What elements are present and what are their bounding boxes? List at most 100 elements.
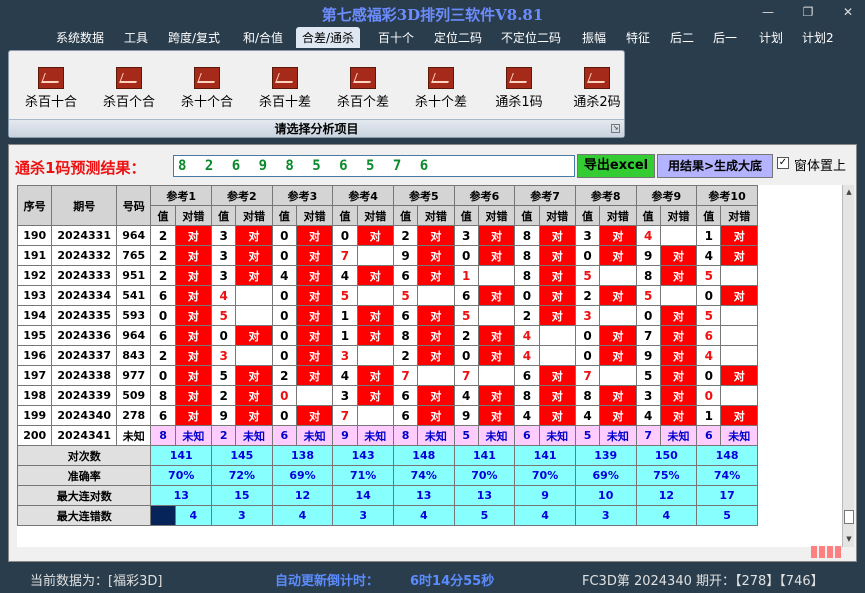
menu-item[interactable]: 系统数据 — [56, 29, 104, 46]
ribbon-button[interactable]: 杀十个差 — [403, 67, 479, 110]
chart-icon — [116, 67, 142, 89]
ref-match: 对 — [356, 265, 394, 286]
summary-row: 最大连错数 4 3 4 3 4 5 4 3 4 5 — [17, 505, 758, 526]
header-ref: 参考2 — [211, 185, 273, 206]
ribbon-button[interactable]: 杀百个合 — [91, 67, 167, 110]
summary-value: 4 — [174, 505, 213, 526]
ribbon-button[interactable]: 杀百十差 — [247, 67, 323, 110]
menu-item[interactable]: 跨度/复式 — [168, 29, 220, 46]
header-ref: 参考10 — [696, 185, 758, 206]
ribbon-button-label: 杀百个合 — [102, 95, 155, 110]
ref-value: 7 — [332, 405, 358, 426]
ribbon-button[interactable]: 通杀2码 — [559, 67, 635, 110]
ref-value: 0 — [271, 405, 297, 426]
scroll-down-icon[interactable]: ▼ — [844, 533, 854, 545]
summary-blank — [150, 505, 176, 526]
topmost-checkbox[interactable]: ✓ — [777, 157, 789, 169]
current-row: 200 2024341 未知 8 未知 2 未知 6 未知 9 未知 8 未知 5 未知 6 未知 5 未知 7 未知 6… — [17, 425, 758, 446]
generate-base-button[interactable]: 用结果>生成大底 — [657, 154, 773, 178]
summary-value: 70% — [453, 465, 516, 486]
maximize-icon[interactable]: ❐ — [798, 4, 818, 20]
scroll-up-icon[interactable]: ▲ — [844, 186, 854, 198]
menu-item[interactable]: 后一 — [713, 29, 737, 46]
menu-item[interactable]: 计划 — [759, 29, 783, 46]
ref-match — [720, 325, 758, 346]
summary-value: 141 — [150, 445, 213, 466]
ref-value: 0 — [514, 285, 540, 306]
summary-value: 13 — [392, 485, 455, 506]
ref-match — [538, 345, 576, 366]
row-code: 964 — [116, 225, 152, 246]
ribbon-button-label: 杀百个差 — [336, 95, 389, 110]
header-match: 对错 — [417, 205, 455, 226]
summary-value: 148 — [392, 445, 455, 466]
menu-item[interactable]: 振幅 — [582, 29, 606, 46]
ref-match: 对 — [356, 365, 394, 386]
menu-item[interactable]: 合差/通杀 — [296, 27, 361, 48]
ref-value: 6 — [392, 405, 419, 426]
ref-value: 3 — [453, 225, 479, 246]
row-seq: 191 — [17, 245, 53, 266]
ref-value: 4 — [514, 405, 540, 426]
menu-bar: 系统数据 工具 跨度/复式 和/合值 合差/通杀 百十个 定位二码 不定位二码 振幅 特征 后二 后一… — [0, 26, 865, 50]
menu-item[interactable]: 和/合值 — [243, 29, 283, 46]
ref-match: 对 — [356, 225, 394, 246]
ref-match: 对 — [417, 265, 455, 286]
ribbon-button[interactable]: 杀十个合 — [169, 67, 245, 110]
summary-label: 最大连错数 — [17, 505, 152, 526]
scroll-thumb[interactable] — [844, 510, 854, 524]
ref-value: 9 — [332, 425, 358, 446]
row-issue: 2024334 — [51, 285, 118, 306]
summary-label: 最大连对数 — [17, 485, 152, 506]
header-match: 对错 — [235, 205, 273, 226]
chart-icon — [350, 67, 376, 89]
header-match: 对错 — [538, 205, 576, 226]
summary-label: 准确率 — [17, 465, 152, 486]
menu-item[interactable]: 定位二码 — [434, 29, 482, 46]
menu-item[interactable]: 不定位二码 — [501, 29, 561, 46]
menu-item[interactable]: 后二 — [670, 29, 694, 46]
ref-value: 1 — [332, 325, 358, 346]
ref-match: 对 — [174, 325, 213, 346]
summary-row: 准确率 70% 72% 69% 71% 74% 70% 70% 69% 75% 74% — [17, 465, 758, 486]
ref-value: 4 — [635, 225, 661, 246]
menu-item[interactable]: 特征 — [626, 29, 650, 46]
row-seq: 194 — [17, 305, 53, 326]
dialog-launcher-icon[interactable]: ↘ — [611, 124, 620, 133]
ref-match: 对 — [295, 305, 334, 326]
header-ref: 参考3 — [271, 185, 334, 206]
ref-value: 0 — [271, 245, 297, 266]
ref-match: 对 — [599, 385, 637, 406]
ref-match: 对 — [417, 305, 455, 326]
ref-match — [235, 305, 273, 326]
header-code: 号码 — [116, 185, 152, 226]
ribbon-button[interactable]: 杀百十合 — [13, 67, 89, 110]
ref-match: 对 — [235, 405, 273, 426]
ref-value: 5 — [211, 365, 237, 386]
menu-item[interactable]: 百十个 — [378, 29, 414, 46]
chart-icon — [428, 67, 454, 89]
close-icon[interactable]: ✕ — [838, 4, 858, 20]
minimize-icon[interactable]: — — [758, 4, 778, 20]
ref-value: 4 — [635, 405, 661, 426]
export-excel-button[interactable]: 导出excel — [577, 154, 655, 178]
ref-match: 对 — [356, 385, 394, 406]
menu-item[interactable]: 计划2 — [802, 29, 834, 46]
summary-value: 13 — [453, 485, 516, 506]
vertical-scrollbar[interactable]: ▲ ▼ — [842, 185, 854, 547]
ref-value: 8 — [574, 385, 601, 406]
ref-match: 对 — [235, 225, 273, 246]
ref-value: 0 — [211, 325, 237, 346]
header-value: 值 — [696, 205, 722, 226]
ref-match: 对 — [538, 245, 576, 266]
ribbon-button[interactable]: 杀百个差 — [325, 67, 401, 110]
ref-match: 对 — [659, 385, 698, 406]
ribbon-button[interactable]: 通杀1码 — [481, 67, 557, 110]
header-value: 值 — [150, 205, 176, 226]
ref-value: 2 — [514, 305, 540, 326]
ref-value: 0 — [696, 285, 722, 306]
ref-match: 对 — [538, 225, 576, 246]
menu-item[interactable]: 工具 — [124, 29, 148, 46]
topmost-label: 窗体置上 — [794, 159, 847, 174]
summary-value: 143 — [332, 445, 394, 466]
